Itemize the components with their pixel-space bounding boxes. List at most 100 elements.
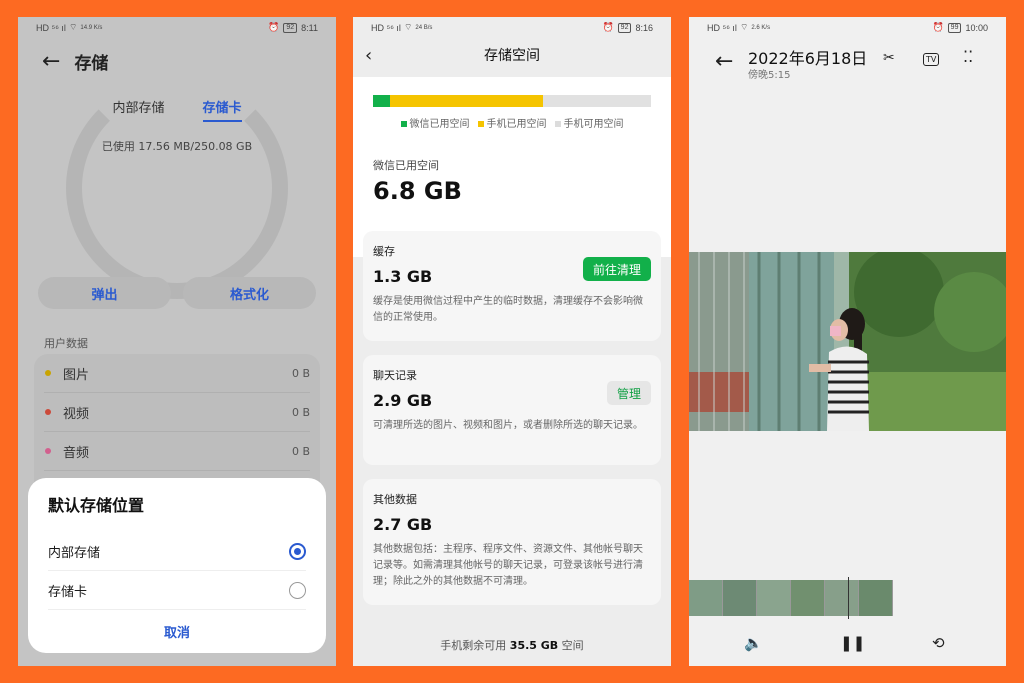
rotate-icon[interactable]: ⟲ — [932, 634, 945, 652]
playhead[interactable] — [848, 577, 849, 619]
legend-swatch — [554, 121, 561, 127]
option-sd-card[interactable]: 存储卡 — [48, 571, 306, 610]
radio-selected[interactable] — [289, 542, 306, 560]
legend: 微信已用空间 手机已用空间 手机可用空间 — [353, 115, 671, 130]
free-value: 35.5 GB — [509, 639, 559, 652]
tab-sd-card[interactable]: 存储卡 — [202, 97, 242, 122]
wechat-storage-screen: HD ⁵⁶ ıl ⌔ 24 B/s ⏰ 92 8:16 ‹ 存储空间 微信已用空间 手机… — [353, 17, 671, 666]
color-dot — [45, 448, 51, 454]
video-player-screen: HD ⁵⁶ ıl ⌔ 2.6 K/s ⏰ 99 10:00 ← 2022年6月18日 傍… — [689, 17, 1006, 666]
cache-card: 缓存 1.3 GB 缓存是使用微信过程中产生的临时数据，清理缓存不会影响微信的正… — [363, 231, 661, 341]
storage-settings-screen: HD ⁵⁶ ıl ⌔ 14.9 K/s ⏰ 92 8:11 ← 存储 内部存储 存储卡 … — [18, 17, 336, 666]
video-frame[interactable] — [689, 252, 1006, 431]
alarm-icon: ⏰ — [268, 22, 280, 32]
network-speed: 2.6 K/s — [751, 24, 771, 31]
pause-icon[interactable]: ❚❚ — [840, 634, 865, 652]
list-item[interactable]: 图片 0 B — [44, 354, 310, 393]
default-storage-dialog: 默认存储位置 内部存储 存储卡 取消 — [28, 478, 326, 653]
eject-button[interactable]: 弹出 — [38, 277, 171, 309]
back-chevron-icon[interactable]: ‹ — [365, 45, 372, 66]
item-size: 0 B — [291, 444, 310, 458]
alarm-icon: ⏰ — [932, 22, 944, 32]
legend-label: 手机可用空间 — [563, 119, 624, 130]
more-icon[interactable]: ⁚⁚ — [963, 47, 973, 66]
wifi-icon: ⌔ — [739, 22, 749, 32]
option-label: 内部存储 — [48, 545, 101, 561]
wechat-used-segment — [373, 95, 390, 107]
tv-icon[interactable]: TV — [923, 53, 940, 66]
section-label: 用户数据 — [44, 337, 88, 350]
wifi-icon: ⌔ — [403, 22, 413, 32]
wifi-icon: ⌔ — [68, 22, 78, 32]
cancel-button[interactable]: 取消 — [48, 622, 306, 641]
color-dot — [45, 370, 51, 376]
status-bar: HD ⁵⁶ ıl ⌔ 2.6 K/s ⏰ 99 10:00 — [689, 17, 1006, 39]
free-prefix: 手机剩余可用 — [440, 639, 510, 652]
back-arrow-icon[interactable]: ← — [42, 50, 60, 73]
clock: 8:16 — [635, 22, 653, 33]
status-bar: HD ⁵⁶ ıl ⌔ 14.9 K/s ⏰ 92 8:11 — [18, 17, 336, 39]
option-label: 存储卡 — [48, 584, 88, 600]
used-storage-text: 已使用 17.56 MB/250.08 GB — [101, 140, 253, 153]
item-size: 0 B — [291, 405, 310, 419]
wechat-used-size: 6.8 GB — [373, 177, 462, 205]
video-scene — [689, 252, 1006, 431]
page-title: 存储 — [74, 54, 109, 74]
network-speed: 14.9 K/s — [80, 24, 103, 31]
clear-cache-button[interactable]: 前往清理 — [582, 257, 651, 281]
legend-label: 微信已用空间 — [409, 119, 470, 130]
storage-bar — [373, 95, 651, 107]
manage-button[interactable]: 管理 — [606, 381, 651, 405]
signal-icon: HD ⁵⁶ ıl — [371, 22, 401, 33]
network-speed: 24 B/s — [415, 24, 433, 31]
wechat-used-label: 微信已用空间 — [373, 159, 439, 172]
page-title: 存储空间 — [484, 48, 540, 64]
option-internal-storage[interactable]: 内部存储 — [48, 532, 306, 571]
phone-used-segment — [389, 95, 543, 107]
item-name: 视频 — [63, 406, 90, 422]
tab-internal-storage[interactable]: 内部存储 — [112, 97, 164, 122]
scissors-icon[interactable]: ✂ — [883, 50, 895, 66]
battery-icon: 92 — [283, 22, 298, 33]
signal-icon: HD ⁵⁶ ıl — [36, 22, 66, 33]
card-description: 可清理所选的图片、视频和图片，或者删除所选的聊天记录。 — [373, 420, 643, 431]
card-label: 其他数据 — [373, 493, 417, 506]
legend-item: 手机已用空间 — [477, 115, 547, 130]
thumbnail — [723, 580, 757, 616]
legend-item: 微信已用空间 — [400, 115, 470, 130]
back-arrow-icon[interactable]: ← — [715, 49, 733, 74]
item-name: 图片 — [63, 367, 90, 383]
item-size: 0 B — [291, 366, 310, 380]
other-data-card: 其他数据 2.7 GB 其他数据包括：主程序、程序文件、资源文件、其他帐号聊天记… — [363, 479, 661, 605]
thumbnail — [757, 580, 791, 616]
clock: 8:11 — [301, 22, 318, 33]
radio-unselected[interactable] — [289, 581, 306, 599]
signal-icon: HD ⁵⁶ ıl — [707, 22, 737, 33]
item-name: 音频 — [63, 445, 90, 461]
format-button[interactable]: 格式化 — [183, 277, 316, 309]
dialog-title: 默认存储位置 — [48, 496, 145, 515]
free-suffix: 空间 — [558, 639, 584, 652]
storage-summary: 微信已用空间 手机已用空间 手机可用空间 微信已用空间 6.8 GB — [353, 77, 671, 257]
card-size: 2.7 GB — [373, 515, 433, 534]
timeline-strip[interactable] — [689, 580, 893, 616]
volume-icon[interactable]: 🔈 — [744, 634, 763, 652]
thumbnail — [859, 580, 893, 616]
legend-label: 手机已用空间 — [486, 119, 547, 130]
color-dot — [45, 409, 51, 415]
legend-swatch — [477, 121, 484, 127]
list-item[interactable]: 音频 0 B — [44, 432, 310, 471]
legend-swatch — [400, 121, 407, 127]
legend-item: 手机可用空间 — [554, 115, 624, 130]
alarm-icon: ⏰ — [602, 22, 614, 32]
thumbnail — [791, 580, 825, 616]
chat-history-card: 聊天记录 2.9 GB 可清理所选的图片、视频和图片，或者删除所选的聊天记录。 … — [363, 355, 661, 465]
battery-icon: 99 — [947, 22, 962, 33]
video-time: 傍晚5:15 — [748, 70, 791, 81]
list-item[interactable]: 视频 0 B — [44, 393, 310, 432]
card-description: 其他数据包括：主程序、程序文件、资源文件、其他帐号聊天记录等。如需清理其他帐号的… — [373, 544, 643, 587]
user-data-list: 图片 0 B 视频 0 B 音频 0 B — [34, 354, 320, 494]
battery-icon: 92 — [617, 22, 632, 33]
card-description: 缓存是使用微信过程中产生的临时数据，清理缓存不会影响微信的正常使用。 — [373, 296, 643, 323]
status-bar: HD ⁵⁶ ıl ⌔ 24 B/s ⏰ 92 8:16 — [353, 17, 671, 39]
